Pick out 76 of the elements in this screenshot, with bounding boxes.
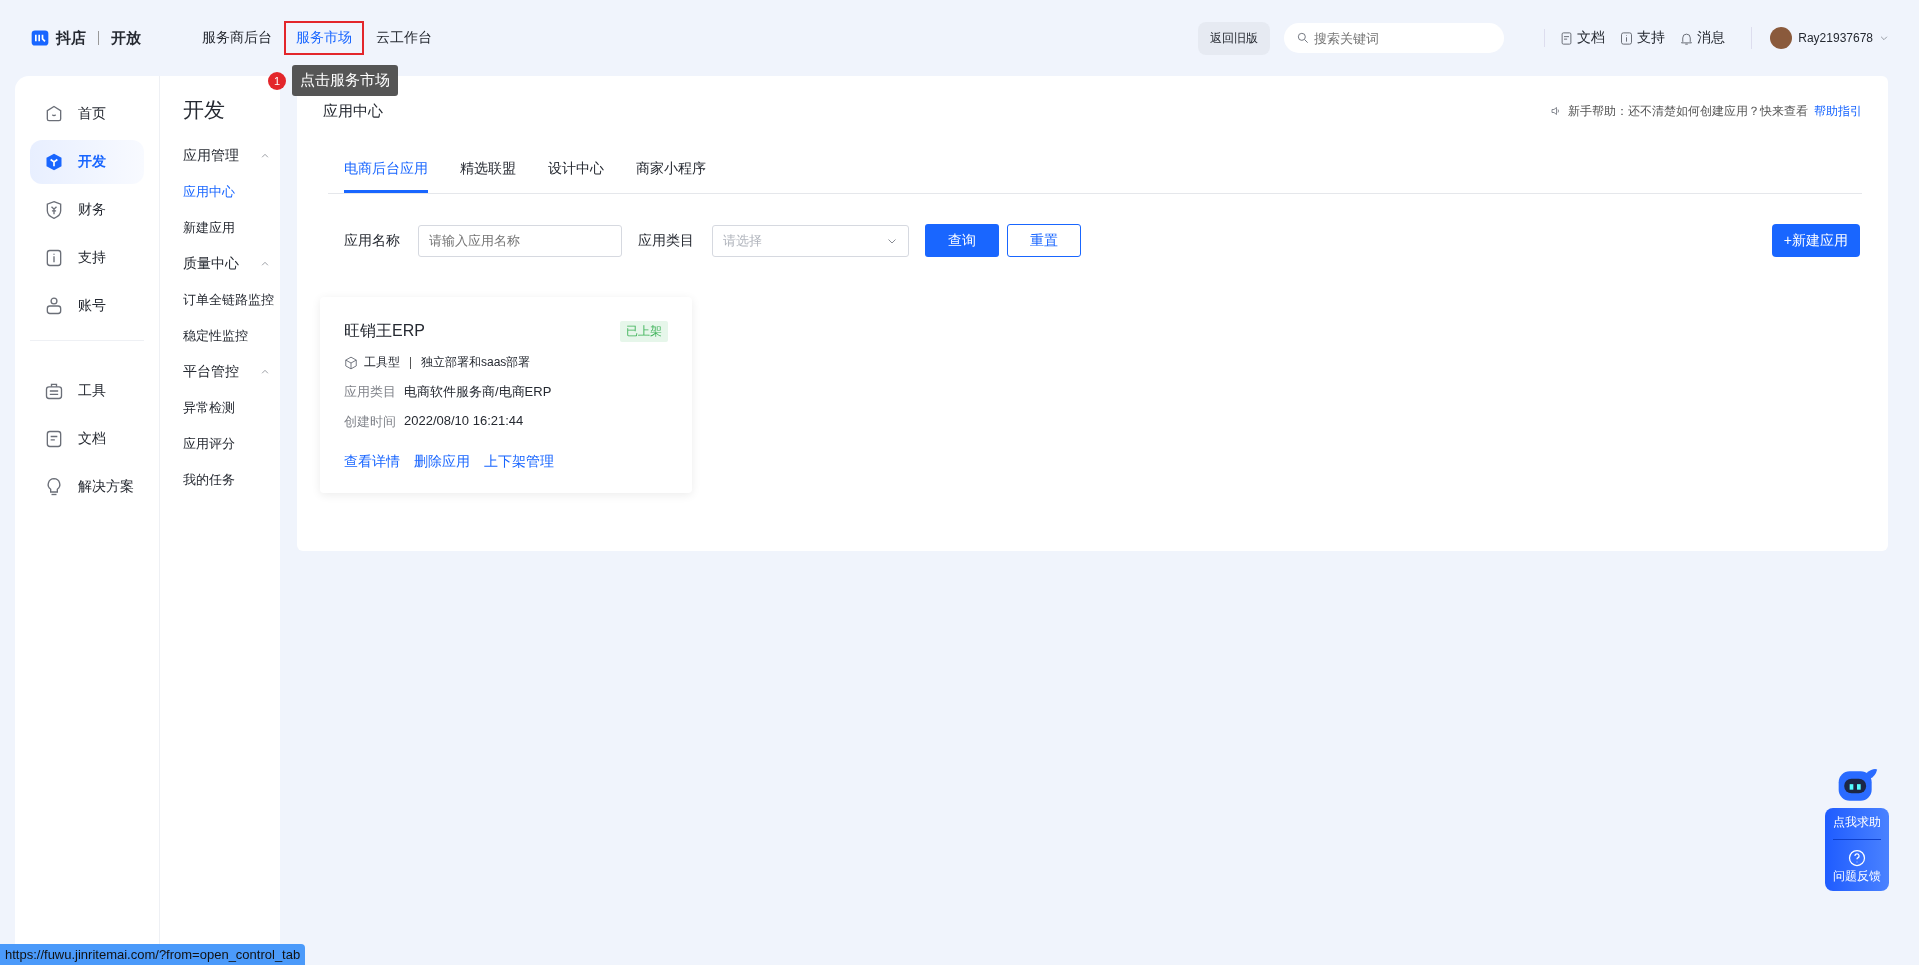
user-name[interactable]: Ray21937678 [1798,31,1873,45]
app-name: 旺销王ERP [344,321,425,341]
question-icon [1847,848,1867,868]
subnav-item[interactable]: 稳定性监控 [183,318,280,354]
status-tag: 已上架 [620,321,668,342]
toolbox-icon [44,381,64,401]
home-icon [44,104,64,124]
guide-tooltip: 点击服务市场 [292,65,398,96]
chevron-down-icon [1879,33,1889,43]
header-link[interactable]: 文档 [1559,29,1606,47]
group-heading[interactable]: 质量中心 [183,255,239,273]
document-icon [1559,30,1575,46]
info-icon [44,248,64,268]
tab[interactable]: 商家小程序 [636,148,706,193]
sidebar-item[interactable]: 财务 [30,188,144,232]
subnav-item[interactable]: 应用中心 [183,174,280,210]
help-button[interactable]: 点我求助 [1833,814,1881,831]
nav-tab[interactable]: 云工作台 [364,21,444,55]
app-type: 工具型 [364,354,400,371]
help-link[interactable]: 帮助指引 [1814,102,1862,120]
tab[interactable]: 电商后台应用 [344,148,428,193]
cube-outline-icon [344,355,358,370]
page-title: 应用中心 [323,101,383,121]
card-action-link[interactable]: 查看详情 [344,453,400,471]
search-icon [1296,31,1311,45]
sidebar-item[interactable]: 首页 [30,92,144,136]
step-badge: 1 [268,71,286,90]
header-link[interactable]: 支持 [1619,29,1666,47]
speaker-icon [1550,105,1562,117]
search-field[interactable]: 搜索关键词 [1284,23,1505,53]
subnav-item[interactable]: 应用评分 [183,426,280,462]
group-heading[interactable]: 应用管理 [183,147,239,165]
nav-tab[interactable]: 服务市场 [284,21,364,55]
cube-icon [44,152,64,172]
subnav-item[interactable]: 异常检测 [183,390,280,426]
logo-icon [30,28,50,48]
card-action-link[interactable]: 上下架管理 [484,453,554,471]
subnav-item[interactable]: 新建应用 [183,210,280,246]
header-link[interactable]: 消息 [1679,29,1726,47]
info-label: 应用类目 [344,383,396,401]
name-input-field[interactable]: 请输入应用名称 [418,224,622,257]
card-action-link[interactable]: 删除应用 [414,453,470,471]
help-text: 新手帮助：还不清楚如何创建应用？快来查看 [1568,102,1808,120]
logo-text: 抖店 [56,28,86,48]
bell-icon [1679,30,1695,46]
info-value: 电商软件服务商/电商ERP [404,383,552,401]
new-app-button[interactable]: +新建应用 [1771,224,1860,257]
subnav-item[interactable]: 订单全链路监控 [183,282,280,318]
info-value: 2022/08/10 16:21:44 [404,413,524,430]
avatar [1770,27,1793,49]
shield-icon [44,200,64,220]
status-url: https://fuwu.jinritemai.com/?from=open_control_tab [0,944,306,965]
subnav-item[interactable]: 我的任务 [183,462,280,498]
nav-tab[interactable]: 服务商后台 [190,21,284,55]
sidebar-item[interactable]: 文档 [30,417,144,461]
info-label: 创建时间 [344,413,396,431]
old-version-button[interactable]: 返回旧版 [1198,21,1271,55]
document-icon [44,429,64,449]
info-icon [1619,30,1635,46]
tab[interactable]: 设计中心 [548,148,604,193]
sidebar-item[interactable]: 开发 [30,140,144,184]
field-label: 应用类目 [638,231,694,250]
sidebar-item[interactable]: 账号 [30,284,144,328]
sidebar-item[interactable]: 工具 [30,369,144,413]
section-title: 开发 [183,97,226,123]
tab[interactable]: 精选联盟 [460,148,516,193]
group-heading[interactable]: 平台管控 [183,363,239,381]
reset-button[interactable]: 重置 [1007,224,1081,257]
logo-text: 开放 [111,28,141,48]
person-icon [44,296,64,316]
field-label: 应用名称 [344,231,400,250]
sidebar-item[interactable]: 支持 [30,236,144,280]
sidebar-item[interactable]: 解决方案 [30,465,144,509]
feedback-button[interactable]: 问题反馈 [1833,868,1881,885]
query-button[interactable]: 查询 [925,224,999,257]
deploy-type: 独立部署和saas部署 [421,354,531,371]
